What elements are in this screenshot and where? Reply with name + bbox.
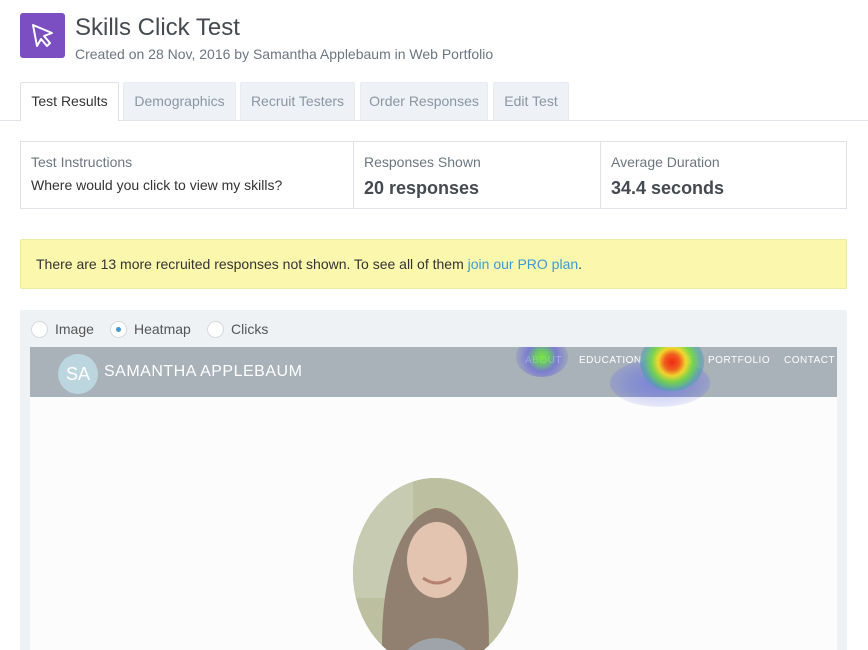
portfolio-nav-about: ABOUT	[525, 355, 562, 366]
page-subtitle: Created on 28 Nov, 2016 by Samantha Appl…	[75, 46, 494, 62]
instructions-text: Where would you click to view my skills?	[31, 177, 283, 193]
portfolio-nav-skills: SKILLS	[655, 355, 692, 366]
portfolio-site-name: SAMANTHA APPLEBAUM	[104, 363, 303, 380]
radio-image-label: Image	[55, 321, 94, 337]
results-panel: Image Heatmap Clicks SA SAMANTHA APPLEBA…	[20, 310, 847, 650]
pro-plan-link[interactable]: join our PRO plan	[468, 256, 579, 272]
tab-divider	[0, 120, 868, 121]
portfolio-navbar: SA SAMANTHA APPLEBAUM ABOUT EDUCATION SK…	[30, 347, 837, 397]
tab-demographics[interactable]: Demographics	[123, 82, 236, 120]
stats-panel: Test Instructions Where would you click …	[20, 141, 847, 209]
tab-edit-test[interactable]: Edit Test	[493, 82, 569, 120]
portfolio-monogram: SA	[58, 354, 98, 394]
radio-image-circle[interactable]	[31, 321, 48, 338]
portfolio-nav-contact: CONTACT	[784, 355, 836, 366]
responses-label: Responses Shown	[364, 154, 481, 170]
tab-recruit-testers[interactable]: Recruit Testers	[240, 82, 355, 120]
portfolio-nav-education: EDUCATION	[579, 355, 642, 366]
heatmap-preview[interactable]: SA SAMANTHA APPLEBAUM ABOUT EDUCATION SK…	[30, 347, 837, 650]
page-title: Skills Click Test	[75, 14, 240, 41]
app-logo	[20, 13, 65, 58]
radio-heatmap-label: Heatmap	[134, 321, 191, 337]
instructions-label: Test Instructions	[31, 154, 133, 170]
test-header: Skills Click Test Created on 28 Nov, 201…	[20, 13, 840, 62]
radio-heatmap[interactable]: Heatmap	[110, 320, 200, 340]
notice-text: There are 13 more recruited responses no…	[36, 256, 468, 272]
stat-instructions: Test Instructions Where would you click …	[21, 142, 353, 208]
radio-clicks-circle[interactable]	[207, 321, 224, 338]
tab-order-responses[interactable]: Order Responses	[360, 82, 488, 120]
tab-test-results[interactable]: Test Results	[20, 82, 119, 121]
radio-image[interactable]: Image	[31, 320, 101, 340]
stat-duration: Average Duration 34.4 seconds	[600, 142, 846, 208]
duration-value: 34.4 seconds	[611, 178, 725, 198]
duration-label: Average Duration	[611, 154, 720, 170]
responses-value: 20 responses	[364, 178, 480, 198]
radio-clicks-label: Clicks	[231, 321, 269, 337]
stat-responses: Responses Shown 20 responses	[353, 142, 600, 208]
notice-end: .	[578, 256, 583, 272]
portfolio-nav-portfolio: PORTFOLIO	[708, 355, 771, 366]
radio-heatmap-circle[interactable]	[110, 321, 127, 338]
radio-clicks[interactable]: Clicks	[207, 320, 277, 340]
upgrade-notice: There are 13 more recruited responses no…	[20, 239, 847, 289]
cursor-click-icon	[32, 24, 53, 47]
